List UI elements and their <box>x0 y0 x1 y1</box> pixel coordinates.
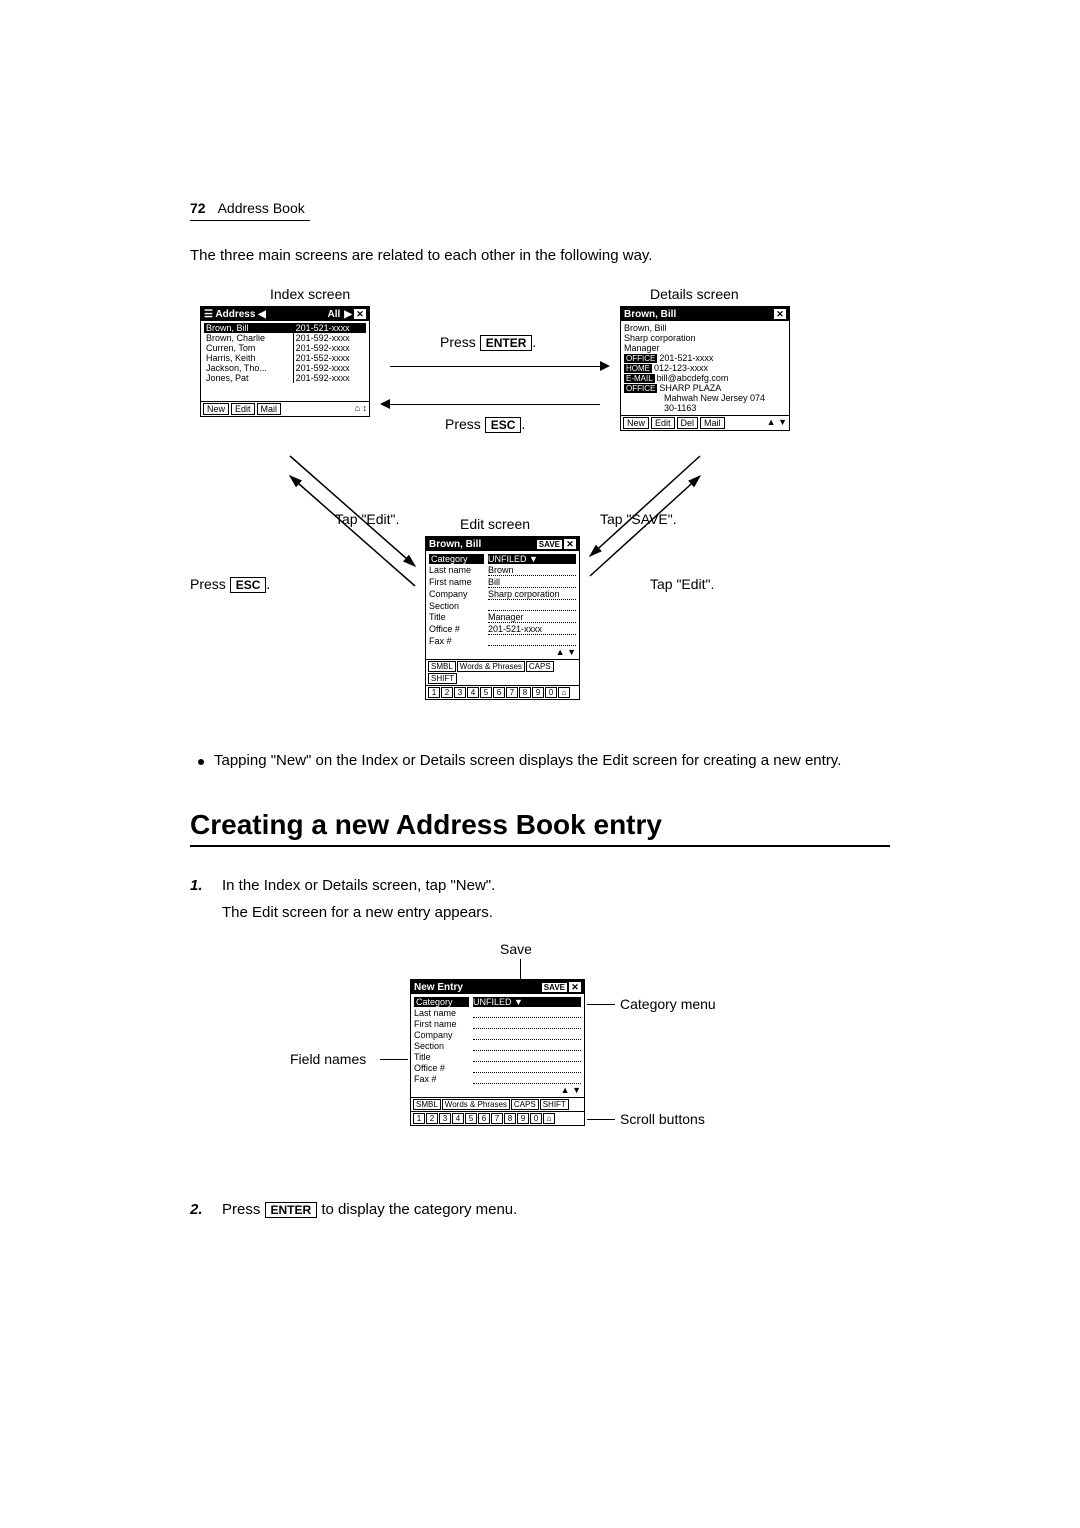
diagonal-arrows <box>230 286 830 726</box>
save-button: SAVE <box>542 983 567 992</box>
tap-save-label: Tap "SAVE". <box>600 511 677 527</box>
screen-relations-diagram: Index screen Details screen ☰ Address ◀ … <box>230 286 890 726</box>
step-1-number: 1. <box>190 877 210 894</box>
save-callout-label: Save <box>500 941 532 957</box>
tap-edit-label-right: Tap "Edit". <box>650 576 714 592</box>
bullet-icon <box>198 759 204 765</box>
page-number: 72 <box>190 200 206 216</box>
new-entry-title: New Entry <box>414 982 463 993</box>
note-text: Tapping "New" on the Index or Details sc… <box>214 752 841 769</box>
step-2-text: Press ENTER to display the category menu… <box>222 1201 517 1218</box>
step-1-subtext: The Edit screen for a new entry appears. <box>222 904 890 921</box>
section-heading: Creating a new Address Book entry <box>190 809 890 841</box>
tap-edit-label-left: Tap "Edit". <box>335 511 399 527</box>
step-1-text: In the Index or Details screen, tap "New… <box>222 877 495 894</box>
field-names-callout: Field names <box>290 1051 366 1067</box>
intro-text: The three main screens are related to ea… <box>190 247 890 264</box>
new-entry-screen-thumb: New Entry SAVE ✕ CategoryUNFILED ▼Last n… <box>410 979 585 1126</box>
step-2-number: 2. <box>190 1201 210 1218</box>
esc-key: ESC <box>230 577 267 593</box>
note-bullet: Tapping "New" on the Index or Details sc… <box>198 752 890 769</box>
scroll-buttons-callout: Scroll buttons <box>620 1111 705 1127</box>
new-entry-diagram: Save New Entry SAVE ✕ CategoryUNFILED ▼L… <box>250 941 890 1201</box>
close-icon: ✕ <box>569 982 581 992</box>
enter-key: ENTER <box>265 1202 318 1218</box>
press-esc-label-2: Press ESC. <box>190 576 270 593</box>
header-section: Address Book <box>218 200 305 216</box>
section-rule <box>190 845 890 847</box>
header-rule <box>190 220 310 221</box>
category-menu-callout: Category menu <box>620 996 716 1012</box>
